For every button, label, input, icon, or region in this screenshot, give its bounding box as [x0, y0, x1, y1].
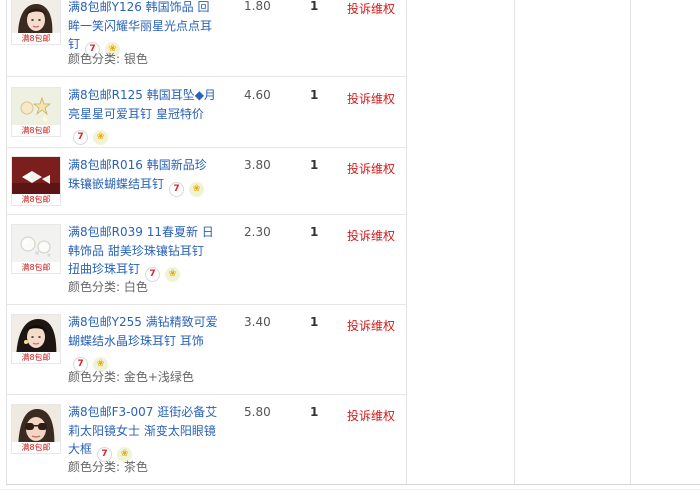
product-thumbnail[interactable]: 满8包邮	[11, 87, 61, 137]
tulip-icon[interactable]: ❀	[165, 267, 181, 282]
product-title-link[interactable]: 满8包邮R016 韩国新品珍珠镶嵌蝴蝶结耳钉 7 ❀	[68, 156, 218, 197]
item-price: 4.60	[244, 88, 271, 102]
table-border-bottom	[6, 484, 700, 485]
item-quantity: 1	[310, 315, 319, 329]
complaint-link[interactable]: 投诉维权	[347, 0, 395, 17]
product-title-text: 满8包邮R016 韩国新品珍珠镶嵌蝴蝶结耳钉	[68, 158, 207, 191]
product-title-link[interactable]: 满8包邮R039 11春夏新 日韩饰品 甜美珍珠镶钻耳钉 扭曲珍珠耳钉 7 ❀	[68, 223, 218, 282]
column-divider	[406, 0, 407, 484]
order-items-table: 满8包邮 满8包邮Y126 韩国饰品 回眸一笑闪耀华丽星光点点耳钉 7 ❀ 颜色分类…	[0, 0, 700, 492]
item-price: 3.80	[244, 158, 271, 172]
column-divider	[630, 0, 631, 484]
thumbnail-caption: 满8包邮	[12, 194, 60, 205]
footer-line	[0, 489, 700, 490]
item-quantity: 1	[310, 88, 319, 102]
tulip-icon[interactable]: ❀	[93, 130, 108, 145]
color-spec: 颜色分类: 茶色	[68, 460, 148, 474]
tulip-icon[interactable]: ❀	[189, 181, 205, 197]
thumbnail-caption: 满8包邮	[12, 352, 60, 363]
product-thumbnail[interactable]: 满8包邮	[11, 0, 61, 45]
product-title-text: 满8包邮Y255 满钻精致可爱蝴蝶结水晶珍珠耳钉 耳饰	[68, 315, 218, 348]
complaint-link[interactable]: 投诉维权	[347, 160, 395, 177]
product-thumbnail[interactable]: 满8包邮	[11, 224, 61, 274]
thumbnail-caption: 满8包邮	[12, 125, 60, 136]
product-title-text: 满8包邮R039 11春夏新 日韩饰品 甜美珍珠镶钻耳钉 扭曲珍珠耳钉	[68, 225, 214, 276]
complaint-link[interactable]: 投诉维权	[347, 227, 395, 244]
color-spec: 颜色分类: 白色	[68, 280, 148, 294]
thumbnail-caption: 满8包邮	[12, 262, 60, 273]
product-thumbnail[interactable]: 满8包邮	[11, 314, 61, 364]
item-quantity: 1	[310, 0, 319, 13]
order-item-row: 满8包邮 满8包邮R039 11春夏新 日韩饰品 甜美珍珠镶钻耳钉 扭曲珍珠耳钉…	[6, 215, 406, 304]
item-price: 5.80	[244, 405, 271, 419]
order-item-row: 满8包邮 满8包邮F3-007 逛街必备艾莉太阳镜女士 渐变太阳眼镜 大框 7 ❀ …	[6, 395, 406, 484]
product-thumbnail[interactable]: 满8包邮	[11, 404, 61, 454]
thumbnail-caption: 满8包邮	[12, 33, 60, 44]
seven-day-return-icon[interactable]: 7	[169, 181, 185, 197]
color-spec: 颜色分类: 银色	[68, 52, 148, 66]
complaint-link[interactable]: 投诉维权	[347, 317, 395, 334]
thumbnail-caption: 满8包邮	[12, 442, 60, 453]
order-item-row: 满8包邮 满8包邮R016 韩国新品珍珠镶嵌蝴蝶结耳钉 7 ❀ 3.80 1 投诉维…	[6, 148, 406, 214]
item-quantity: 1	[310, 158, 319, 172]
product-title-link[interactable]: 满8包邮Y126 韩国饰品 回眸一笑闪耀华丽星光点点耳钉 7 ❀	[68, 0, 218, 57]
item-quantity: 1	[310, 225, 319, 239]
complaint-link[interactable]: 投诉维权	[347, 90, 395, 107]
product-title-text: 满8包邮F3-007 逛街必备艾莉太阳镜女士 渐变太阳眼镜 大框	[68, 405, 218, 456]
column-divider	[514, 0, 515, 484]
item-price: 1.80	[244, 0, 271, 13]
seven-day-return-icon[interactable]: 7	[73, 130, 88, 145]
order-item-row: 满8包邮 满8包邮Y126 韩国饰品 回眸一笑闪耀华丽星光点点耳钉 7 ❀ 颜色分类…	[6, 0, 406, 76]
item-price: 2.30	[244, 225, 271, 239]
item-price: 3.40	[244, 315, 271, 329]
product-title-text: 满8包邮R125 韩国耳坠◆月亮星星可爱耳钉 皇冠特价	[68, 88, 216, 121]
order-item-row: 满8包邮 满8包邮R125 韩国耳坠◆月亮星星可爱耳钉 皇冠特价7 ❀ 4.60 …	[6, 77, 406, 147]
product-title-link[interactable]: 满8包邮R125 韩国耳坠◆月亮星星可爱耳钉 皇冠特价 7 ❀	[68, 86, 218, 145]
item-quantity: 1	[310, 405, 319, 419]
order-item-row: 满8包邮 满8包邮Y255 满钻精致可爱蝴蝶结水晶珍珠耳钉 耳饰7 ❀ 颜色分类:…	[6, 305, 406, 394]
product-thumbnail[interactable]: 满8包邮	[11, 156, 61, 206]
product-title-link[interactable]: 满8包邮F3-007 逛街必备艾莉太阳镜女士 渐变太阳眼镜 大框 7 ❀	[68, 403, 218, 462]
product-title-link[interactable]: 满8包邮Y255 满钻精致可爱蝴蝶结水晶珍珠耳钉 耳饰7 ❀	[68, 313, 218, 372]
color-spec: 颜色分类: 金色+浅绿色	[68, 370, 194, 384]
complaint-link[interactable]: 投诉维权	[347, 407, 395, 424]
